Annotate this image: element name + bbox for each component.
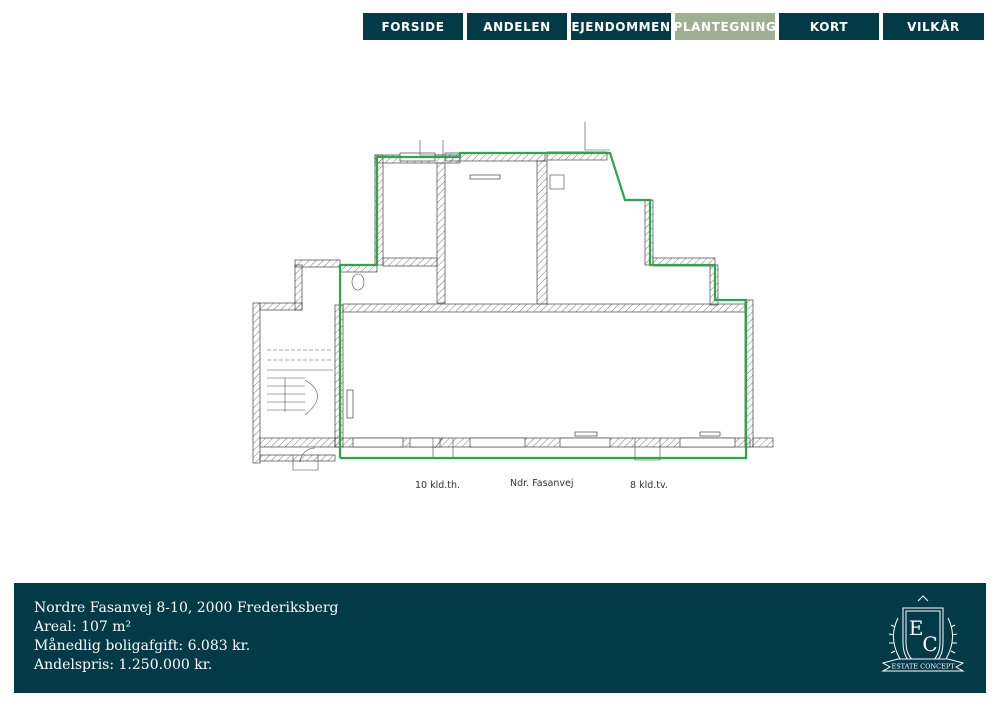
tab-vilkar[interactable]: VILKÅR [883, 13, 984, 40]
monthly-fee-text: Månedlig boligafgift: 6.083 kr. [34, 638, 251, 654]
label-street: Ndr. Fasanvej [510, 478, 574, 489]
logo-banner-text: ESTATE CONCEPT [891, 663, 955, 671]
label-neighbour-left: 10 kld.th. [415, 480, 461, 491]
property-info: Nordre Fasanvej 8-10, 2000 Frederiksberg… [34, 599, 339, 675]
logo-crest-icon: E C ESTATE CONCEPT [881, 595, 965, 672]
tab-ejendommen[interactable]: EJENDOMMEN [571, 13, 671, 40]
tab-forside[interactable]: FORSIDE [363, 13, 463, 40]
estate-concept-logo: E C ESTATE CONCEPT [878, 593, 968, 683]
label-neighbour-right: 8 kld.tv. [630, 480, 668, 491]
address-text: Nordre Fasanvej 8-10, 2000 Frederiksberg [34, 600, 339, 616]
price-text: Andelspris: 1.250.000 kr. [34, 657, 213, 673]
area-text: Areal: 107 m² [34, 619, 132, 635]
info-footer: Nordre Fasanvej 8-10, 2000 Frederiksberg… [14, 583, 986, 693]
tab-plantegning[interactable]: PLANTEGNING [674, 13, 776, 40]
floor-plan-drawing [252, 122, 774, 471]
logo-letter-e: E [909, 616, 924, 640]
main-nav: FORSIDE ANDELEN EJENDOMMEN PLANTEGNING K… [363, 13, 984, 40]
floor-plan: 10 kld.th. Ndr. Fasanvej 8 kld.tv. [205, 60, 795, 500]
logo-letter-c: C [922, 632, 937, 656]
tab-andelen[interactable]: ANDELEN [467, 13, 567, 40]
tab-kort[interactable]: KORT [779, 13, 879, 40]
